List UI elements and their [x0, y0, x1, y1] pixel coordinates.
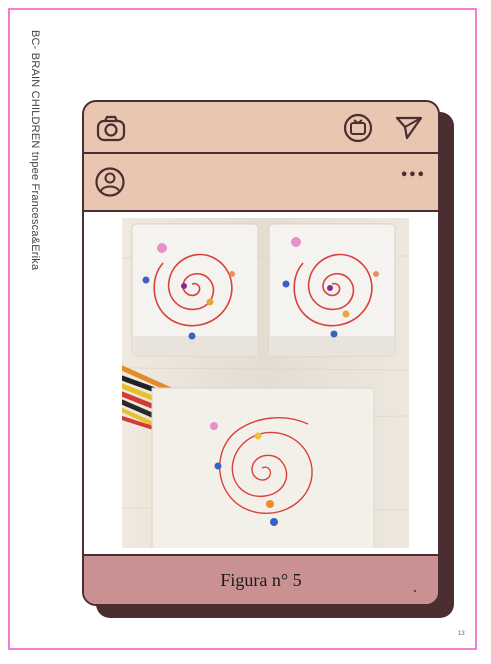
social-post-frame: ••• Figura n° 5	[82, 100, 440, 606]
post-profile-bar: •••	[84, 154, 438, 212]
post-photo-area	[84, 212, 438, 554]
more-icon[interactable]: •••	[400, 168, 425, 183]
camera-icon[interactable]	[96, 114, 126, 147]
post-top-bar	[84, 102, 438, 154]
post-caption-bar: Figura n° 5	[84, 554, 438, 604]
profile-icon[interactable]	[94, 166, 126, 203]
figure-caption: Figura n° 5	[220, 570, 302, 590]
send-icon[interactable]	[394, 114, 424, 147]
post-photo	[122, 218, 409, 548]
page-number: 13	[458, 631, 465, 637]
side-text: BC- BRAIN CHILDREN tnpee Francesca&Erika	[29, 30, 41, 271]
caption-dot	[414, 590, 416, 592]
tv-icon[interactable]	[342, 112, 374, 149]
